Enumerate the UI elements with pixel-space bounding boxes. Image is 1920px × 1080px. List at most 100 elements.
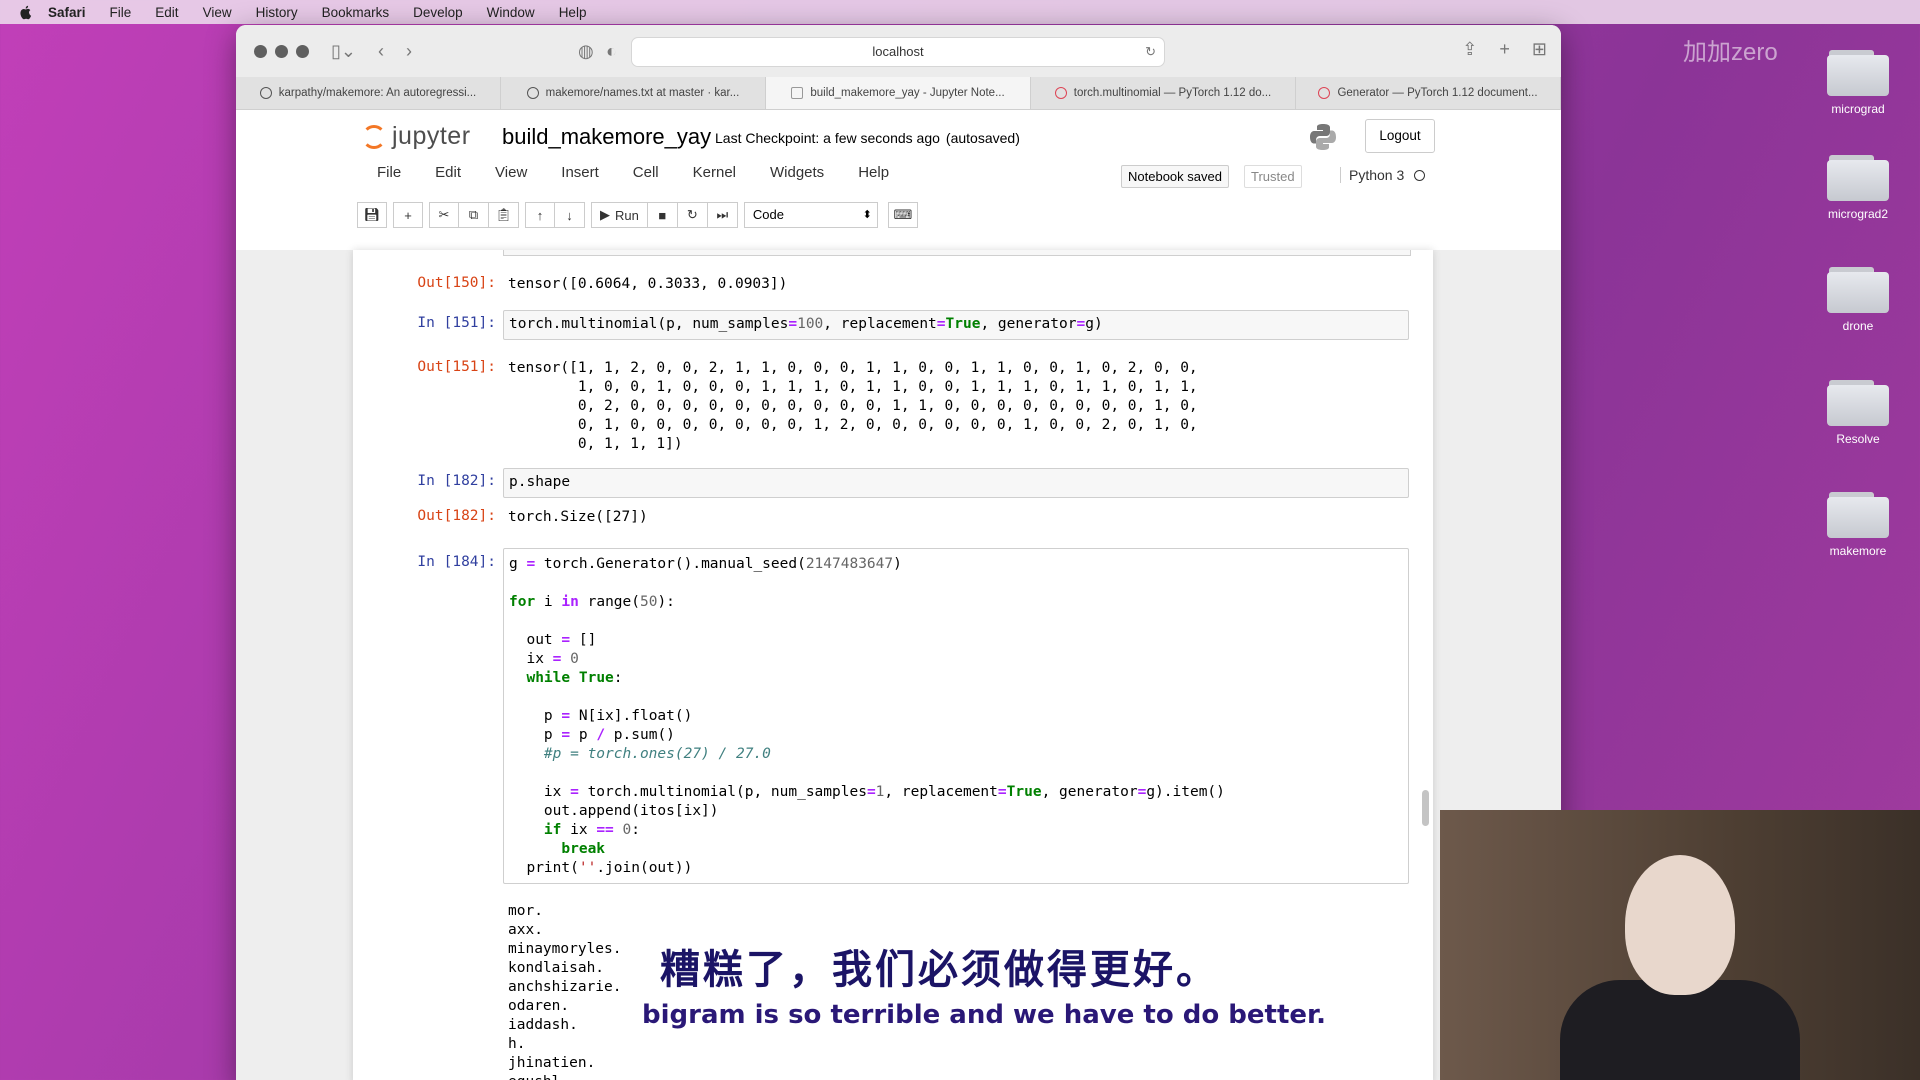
- jupyter-icon: [791, 87, 804, 99]
- menu-widgets[interactable]: Widgets: [770, 164, 824, 181]
- folder-label: micrograd: [1831, 102, 1885, 116]
- github-icon: [526, 87, 539, 99]
- url-text: localhost: [872, 44, 924, 59]
- desktop-folder-makemore[interactable]: makemore: [1808, 492, 1908, 558]
- checkpoint-status: Last Checkpoint: a few seconds ago (autos…: [715, 130, 1020, 146]
- menubar-item-window[interactable]: Window: [487, 5, 535, 20]
- close-window-button[interactable]: [254, 44, 267, 58]
- watermark: 加加zero: [1683, 39, 1778, 66]
- menubar-item-help[interactable]: Help: [559, 5, 587, 20]
- sidebar-icon[interactable]: ▯⌄: [331, 41, 356, 62]
- desktop-folder-micrograd2[interactable]: micrograd2: [1808, 155, 1908, 221]
- menu-cell[interactable]: Cell: [633, 164, 659, 181]
- notebook-name[interactable]: build_makemore_yay: [502, 124, 711, 150]
- desktop-folder-resolve[interactable]: Resolve: [1808, 380, 1908, 446]
- insert-cell-icon[interactable]: +: [393, 202, 423, 228]
- code-input[interactable]: g = torch.Generator().manual_seed(214748…: [503, 548, 1409, 884]
- tab-generator-docs[interactable]: Generator — PyTorch 1.12 document...: [1296, 77, 1561, 109]
- menu-help[interactable]: Help: [858, 164, 889, 181]
- folder-icon: [1827, 492, 1889, 538]
- tab-bar: karpathy/makemore: An autoregressi... ma…: [236, 77, 1561, 110]
- menu-insert[interactable]: Insert: [561, 164, 599, 181]
- notebook-saved-indicator: Notebook saved: [1121, 165, 1229, 188]
- tab-jupyter-notebook[interactable]: build_makemore_yay - Jupyter Note...: [766, 77, 1031, 109]
- menubar-item-edit[interactable]: Edit: [155, 5, 178, 20]
- tab-names-txt[interactable]: makemore/names.txt at master · kar...: [501, 77, 766, 109]
- notebook-menu: File Edit View Insert Cell Kernel Widget…: [377, 164, 923, 181]
- new-tab-icon[interactable]: +: [1499, 39, 1510, 60]
- paste-icon[interactable]: 📋︎: [489, 202, 519, 228]
- tab-label: makemore/names.txt at master · kar...: [545, 87, 740, 99]
- window-controls: [254, 44, 309, 58]
- tab-label: karpathy/makemore: An autoregressi...: [278, 87, 477, 99]
- menu-file[interactable]: File: [377, 164, 401, 181]
- folder-label: Resolve: [1836, 432, 1880, 446]
- input-prompt: In [184]:: [417, 554, 496, 570]
- menu-view[interactable]: View: [495, 164, 527, 181]
- cell-type-select[interactable]: Code: [743, 202, 878, 228]
- restart-icon[interactable]: ↻: [677, 202, 708, 228]
- apple-icon[interactable]: [18, 4, 34, 20]
- trusted-indicator[interactable]: Trusted: [1244, 165, 1302, 188]
- shield-icon[interactable]: ◐: [606, 41, 617, 62]
- run-button[interactable]: ▶ Run: [591, 202, 648, 228]
- menubar-item-safari[interactable]: Safari: [48, 5, 86, 20]
- forward-icon[interactable]: ›: [406, 41, 412, 62]
- zoom-window-button[interactable]: [296, 44, 309, 58]
- github-icon: [259, 87, 272, 99]
- autosaved-text: (autosaved): [945, 130, 1020, 146]
- jupyter-wordmark: jupyter: [392, 122, 471, 150]
- folder-icon: [1827, 155, 1889, 201]
- move-down-icon[interactable]: ↓: [555, 202, 585, 228]
- privacy-report-icon[interactable]: ◍: [578, 41, 594, 62]
- tab-label: Generator — PyTorch 1.12 document...: [1337, 87, 1538, 99]
- input-prompt: In [151]:: [417, 315, 496, 331]
- menubar-item-bookmarks[interactable]: Bookmarks: [322, 5, 390, 20]
- menu-kernel[interactable]: Kernel: [693, 164, 736, 181]
- minimize-window-button[interactable]: [275, 44, 288, 58]
- previous-cell-input[interactable]: [503, 250, 1411, 256]
- menubar-item-develop[interactable]: Develop: [413, 5, 463, 20]
- notebook-toolbar: 💾︎ + ✂ ⧉ 📋︎ ↑ ↓ ▶ Run ■ ↻ ⏭ Code ⌨: [357, 202, 924, 228]
- move-up-icon[interactable]: ↑: [525, 202, 555, 228]
- desktop-folder-micrograd[interactable]: micrograd: [1808, 50, 1908, 116]
- code-input[interactable]: torch.multinomial(p, num_samples=100, re…: [503, 310, 1409, 340]
- presenter-face: [1625, 855, 1735, 995]
- back-icon[interactable]: ‹: [378, 41, 384, 62]
- play-icon: ▶: [600, 207, 610, 222]
- tab-makemore-repo[interactable]: karpathy/makemore: An autoregressi...: [236, 77, 501, 109]
- scrollbar[interactable]: [1422, 790, 1429, 826]
- copy-icon[interactable]: ⧉: [459, 202, 489, 228]
- folder-label: micrograd2: [1827, 207, 1889, 221]
- subtitle-english: bigram is so terrible and we have to do …: [642, 1000, 1327, 1030]
- menu-edit[interactable]: Edit: [435, 164, 461, 181]
- run-label: Run: [615, 207, 639, 223]
- keyboard-icon[interactable]: ⌨: [887, 202, 918, 228]
- cut-icon[interactable]: ✂: [429, 202, 459, 228]
- save-icon[interactable]: 💾︎: [357, 202, 387, 228]
- tab-overview-icon[interactable]: ⊞: [1532, 39, 1547, 60]
- folder-icon: [1827, 50, 1889, 96]
- output-text: tensor([0.6064, 0.3033, 0.0903]): [508, 276, 788, 292]
- output-text: tensor([1, 1, 2, 0, 0, 2, 1, 1, 0, 0, 0,…: [508, 360, 1198, 452]
- input-prompt: In [182]:: [417, 473, 496, 489]
- tab-torch-multinomial[interactable]: torch.multinomial — PyTorch 1.12 do...: [1031, 77, 1296, 109]
- desktop-folder-drone[interactable]: drone: [1808, 267, 1908, 333]
- python-icon: [1310, 124, 1336, 150]
- kernel-indicator[interactable]: Python 3: [1340, 167, 1426, 183]
- jupyter-logo-icon: [362, 124, 386, 149]
- menubar-item-view[interactable]: View: [203, 5, 232, 20]
- jupyter-logo[interactable]: jupyter: [362, 122, 471, 151]
- menubar-item-file[interactable]: File: [110, 5, 132, 20]
- fast-forward-icon[interactable]: ⏭: [707, 202, 738, 228]
- share-icon[interactable]: ⇪: [1462, 39, 1477, 60]
- output-prompt: Out[151]:: [417, 359, 496, 375]
- reload-icon[interactable]: ↻: [1145, 38, 1156, 66]
- kernel-name: Python 3: [1349, 167, 1405, 183]
- os-menubar: Safari File Edit View History Bookmarks …: [0, 0, 1920, 24]
- code-input[interactable]: p.shape: [503, 468, 1409, 498]
- address-bar[interactable]: localhost ↻: [631, 37, 1165, 67]
- menubar-item-history[interactable]: History: [256, 5, 298, 20]
- logout-button[interactable]: Logout: [1365, 119, 1435, 153]
- stop-icon[interactable]: ■: [647, 202, 678, 228]
